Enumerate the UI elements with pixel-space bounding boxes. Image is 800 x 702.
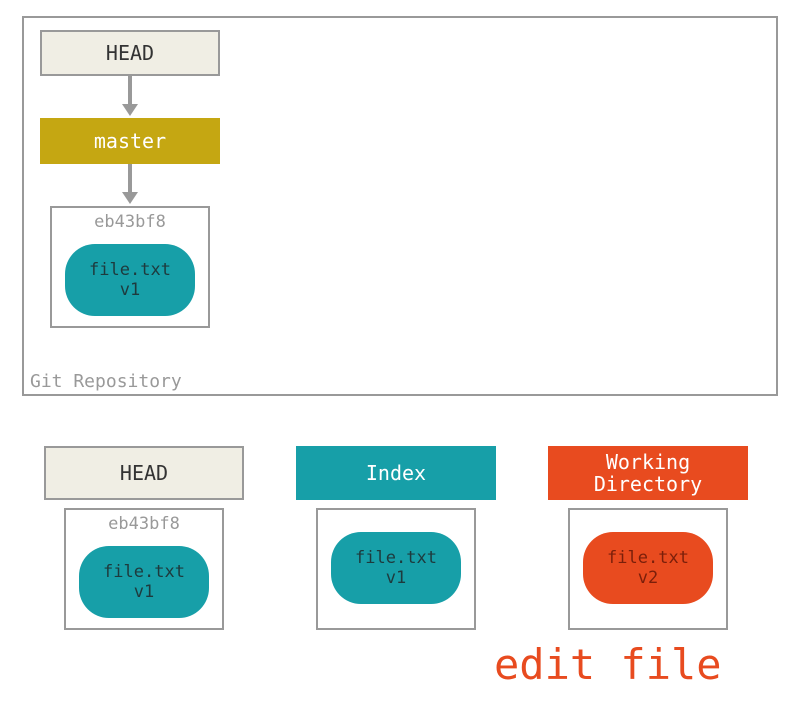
head-column-header: HEAD bbox=[44, 446, 244, 500]
index-column-label: Index bbox=[366, 462, 426, 484]
file-name: file.txt bbox=[355, 548, 437, 568]
file-version: v1 bbox=[386, 568, 406, 588]
commit-box: eb43bf8 file.txt v1 bbox=[50, 206, 210, 328]
head-column-label: HEAD bbox=[120, 462, 168, 484]
head-commit-box: eb43bf8 file.txt v1 bbox=[64, 508, 224, 630]
branch-label: master bbox=[94, 129, 166, 153]
index-column-header: Index bbox=[296, 446, 496, 500]
branch-box: master bbox=[40, 118, 220, 164]
file-pill: file.txt v2 bbox=[583, 532, 713, 604]
workdir-column-header: Working Directory bbox=[548, 446, 748, 500]
commit-hash: eb43bf8 bbox=[52, 212, 208, 232]
action-label: edit file bbox=[494, 640, 722, 689]
arrow-master-to-commit bbox=[128, 164, 132, 194]
workdir-box: file.txt v2 bbox=[568, 508, 728, 630]
file-version: v1 bbox=[120, 280, 140, 300]
file-version: v2 bbox=[638, 568, 658, 588]
file-pill: file.txt v1 bbox=[79, 546, 209, 618]
head-box: HEAD bbox=[40, 30, 220, 76]
workdir-label-line2: Directory bbox=[594, 473, 702, 495]
file-name: file.txt bbox=[89, 260, 171, 280]
file-pill: file.txt v1 bbox=[65, 244, 195, 316]
file-name: file.txt bbox=[103, 562, 185, 582]
head-commit-hash: eb43bf8 bbox=[66, 514, 222, 534]
index-box: file.txt v1 bbox=[316, 508, 476, 630]
workdir-label-line1: Working bbox=[606, 451, 690, 473]
file-version: v1 bbox=[134, 582, 154, 602]
head-label: HEAD bbox=[106, 41, 154, 65]
file-name: file.txt bbox=[607, 548, 689, 568]
arrow-head-to-master bbox=[128, 76, 132, 106]
git-repo-label: Git Repository bbox=[30, 371, 182, 392]
file-pill: file.txt v1 bbox=[331, 532, 461, 604]
